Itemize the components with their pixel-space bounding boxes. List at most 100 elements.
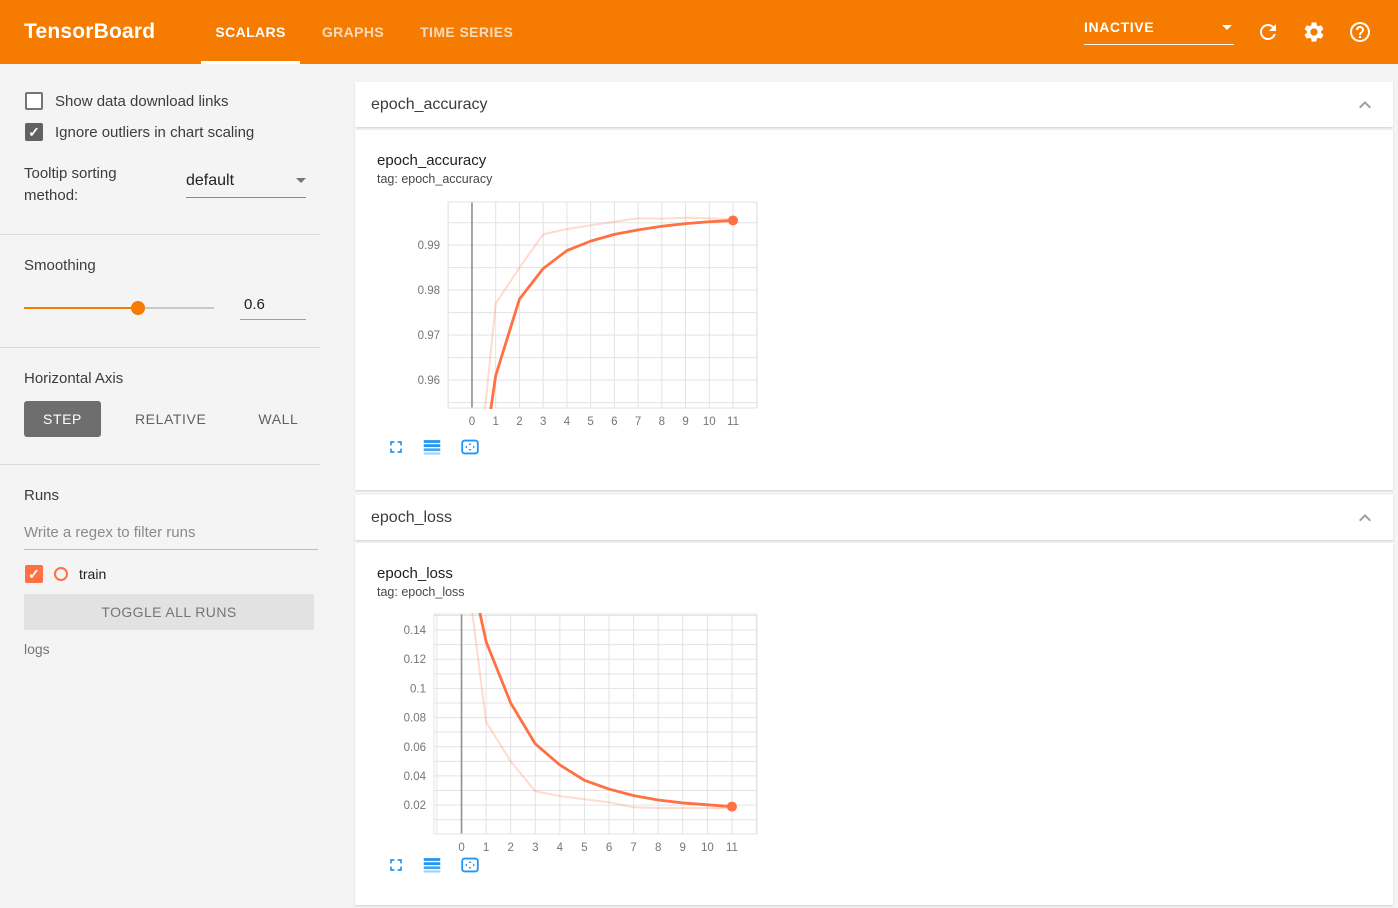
svg-text:11: 11: [727, 416, 739, 428]
smoothing-label: Smoothing: [24, 256, 96, 274]
fit-domain-button[interactable]: [458, 436, 482, 458]
svg-text:5: 5: [587, 416, 593, 428]
accuracy-line-chart[interactable]: 0.96 0.97 0.98 0.99 0 1 2 3 4 5 6 7 8 9 10 11: [388, 194, 768, 434]
svg-text:4: 4: [564, 416, 571, 428]
svg-text:0.99: 0.99: [418, 240, 440, 252]
data-table-icon: [423, 858, 441, 873]
gear-icon: [1304, 22, 1324, 42]
axis-relative-button[interactable]: RELATIVE: [117, 401, 224, 437]
svg-text:7: 7: [635, 416, 641, 428]
run-item-train: ✓ train: [25, 564, 330, 583]
axis-step-button[interactable]: STEP: [24, 400, 101, 437]
horizontal-axis-options: STEP RELATIVE WALL: [24, 400, 330, 437]
fit-domain-button[interactable]: [458, 854, 482, 876]
help-button[interactable]: [1348, 20, 1372, 44]
svg-text:0.14: 0.14: [404, 625, 427, 637]
run-train-label: train: [79, 565, 107, 582]
svg-text:10: 10: [701, 842, 714, 854]
settings-button[interactable]: [1302, 20, 1326, 44]
svg-text:8: 8: [659, 416, 665, 428]
svg-text:6: 6: [611, 416, 617, 428]
show-download-links-checkbox[interactable]: [25, 92, 43, 110]
svg-text:7: 7: [630, 842, 636, 854]
svg-text:3: 3: [532, 842, 538, 854]
view-data-button[interactable]: [421, 436, 443, 458]
expand-chart-button[interactable]: [386, 436, 406, 458]
sidebar-divider: [0, 233, 320, 235]
tab-graphs[interactable]: GRAPHS: [308, 0, 398, 64]
expand-chart-button[interactable]: [386, 854, 406, 876]
chart-tag: tag: epoch_loss: [377, 585, 465, 599]
chart-card-epoch-accuracy: epoch_accuracy tag: epoch_accuracy 0.96 0…: [355, 130, 1393, 490]
run-color-radio[interactable]: [54, 566, 68, 581]
svg-text:10: 10: [703, 416, 716, 428]
data-status-dropdown[interactable]: INACTIVE: [1084, 19, 1234, 45]
app-header: TensorBoard SCALARS GRAPHS TIME SERIES I…: [0, 0, 1398, 64]
check-icon: ✓: [28, 124, 40, 140]
tooltip-sorting-value: default: [186, 171, 235, 189]
svg-text:0.04: 0.04: [404, 771, 427, 783]
svg-text:9: 9: [682, 416, 688, 428]
svg-text:6: 6: [606, 842, 612, 854]
svg-text:9: 9: [680, 842, 686, 854]
svg-text:1: 1: [492, 416, 498, 428]
chart-title: epoch_loss: [377, 565, 453, 582]
tab-scalars[interactable]: SCALARS: [201, 0, 301, 64]
collapse-section-button[interactable]: [1353, 93, 1377, 117]
svg-text:0.97: 0.97: [418, 330, 440, 342]
svg-text:2: 2: [507, 842, 513, 854]
chart-title: epoch_accuracy: [377, 152, 487, 169]
svg-text:0.06: 0.06: [404, 742, 426, 754]
tooltip-sorting-label: Tooltip sorting method:: [24, 165, 117, 204]
section-title: epoch_loss: [371, 508, 452, 526]
ignore-outliers-checkbox[interactable]: ✓: [25, 123, 43, 141]
svg-text:2: 2: [516, 416, 522, 428]
section-title: epoch_accuracy: [371, 95, 488, 113]
axis-wall-button[interactable]: WALL: [240, 401, 316, 437]
show-download-links-row: Show data download links: [25, 92, 330, 110]
collapse-section-button[interactable]: [1353, 506, 1377, 530]
chart-heading: epoch_accuracy tag: epoch_accuracy: [377, 152, 492, 186]
ignore-outliers-row: ✓ Ignore outliers in chart scaling: [25, 123, 330, 141]
svg-text:0.12: 0.12: [404, 654, 426, 666]
section-header-epoch-loss[interactable]: epoch_loss: [355, 495, 1393, 540]
runs-filter-input[interactable]: [24, 517, 318, 550]
slider-thumb[interactable]: [131, 300, 145, 315]
horizontal-axis-label: Horizontal Axis: [24, 369, 124, 387]
svg-text:0: 0: [469, 416, 475, 428]
show-download-links-label: Show data download links: [55, 92, 229, 110]
chevron-down-icon: [1222, 24, 1232, 30]
view-data-button[interactable]: [421, 854, 443, 876]
loss-line-chart[interactable]: 0.02 0.04 0.06 0.08 0.1 0.12 0.14 0 1 2 3 4 5 6 7 8 9 10 1…: [388, 607, 768, 857]
chart-card-epoch-loss: epoch_loss tag: epoch_loss 0.02 0.04 0.06 0…: [355, 543, 1393, 905]
refresh-button[interactable]: [1256, 20, 1280, 44]
svg-text:11: 11: [726, 842, 738, 854]
chart-tag: tag: epoch_accuracy: [377, 172, 493, 186]
fullscreen-icon: [390, 441, 402, 453]
section-header-epoch-accuracy[interactable]: epoch_accuracy: [355, 82, 1393, 127]
smoothing-value[interactable]: 0.6: [240, 296, 306, 320]
smoothing-slider[interactable]: [24, 300, 214, 315]
tab-time-series[interactable]: TIME SERIES: [406, 0, 527, 64]
ignore-outliers-label: Ignore outliers in chart scaling: [55, 123, 255, 141]
toggle-all-runs-button[interactable]: TOGGLE ALL RUNS: [24, 593, 314, 630]
svg-text:1: 1: [483, 842, 489, 854]
fit-domain-icon: [461, 439, 479, 455]
runs-directory-label: logs: [24, 640, 50, 657]
svg-text:0.02: 0.02: [404, 800, 426, 812]
fit-domain-icon: [461, 857, 479, 873]
chevron-down-icon: [296, 178, 306, 184]
scalars-dashboard: epoch_accuracy epoch_accuracy tag: epoch…: [330, 64, 1398, 908]
chevron-up-icon: [1359, 100, 1371, 108]
header-actions: INACTIVE: [1084, 0, 1372, 64]
svg-text:0.08: 0.08: [404, 713, 426, 725]
fullscreen-icon: [390, 859, 402, 871]
settings-sidebar: Show data download links ✓ Ignore outlie…: [0, 64, 330, 908]
data-table-icon: [423, 440, 441, 455]
tooltip-sorting-dropdown[interactable]: default: [186, 172, 306, 198]
run-train-checkbox[interactable]: ✓: [25, 564, 43, 583]
chevron-up-icon: [1359, 513, 1371, 521]
chart-toolbar: [386, 854, 482, 876]
check-icon: ✓: [28, 565, 40, 582]
chart-heading: epoch_loss tag: epoch_loss: [377, 565, 465, 599]
